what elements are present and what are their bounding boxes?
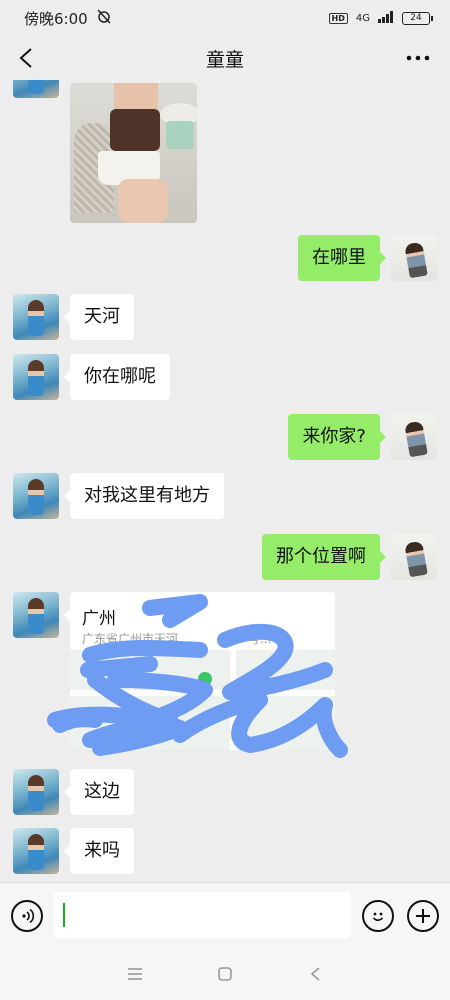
- message-bubble-friend[interactable]: 你在哪呢: [64, 354, 170, 400]
- chat-message-list[interactable]: 在哪里 天河 你在哪呢 来你家? 对我这里有地方 那个位置啊 广州 广东省广州市…: [0, 80, 450, 882]
- text-cursor: [63, 903, 65, 927]
- network-label: 4G: [355, 12, 370, 24]
- my-avatar[interactable]: [391, 534, 437, 580]
- message-bubble-friend[interactable]: 对我这里有地方: [64, 473, 224, 519]
- status-bar: 傍晚6:00 HD 4G 24: [0, 0, 450, 36]
- plus-circle-icon: [416, 909, 430, 923]
- friend-avatar[interactable]: [13, 769, 59, 815]
- location-message[interactable]: 广州 广东省广州市天河 号...: [70, 592, 335, 750]
- message-bubble-me[interactable]: 在哪里: [298, 235, 386, 281]
- system-navigation-bar: [0, 948, 450, 1000]
- system-back-button[interactable]: [300, 959, 330, 989]
- menu-icon: [128, 968, 142, 980]
- more-button[interactable]: [400, 42, 436, 74]
- message-bubble-friend[interactable]: 来吗: [64, 828, 134, 874]
- message-bubble-friend[interactable]: 天河: [64, 294, 134, 340]
- chat-header: 童童: [0, 36, 450, 80]
- location-address: 广东省广州市天河 号...: [82, 632, 272, 646]
- friend-avatar[interactable]: [13, 828, 59, 874]
- chevron-left-icon: [19, 48, 32, 68]
- friend-avatar[interactable]: [13, 592, 59, 638]
- location-map: [70, 650, 335, 750]
- message-input-bar: [0, 882, 450, 948]
- message-bubble-friend[interactable]: 这边: [64, 769, 134, 815]
- message-bubble-me[interactable]: 那个位置啊: [262, 534, 386, 580]
- message-input[interactable]: [54, 892, 351, 938]
- back-button[interactable]: [10, 42, 42, 74]
- friend-avatar[interactable]: [13, 294, 59, 340]
- emoji-button[interactable]: [362, 900, 394, 932]
- friend-avatar[interactable]: [13, 354, 59, 400]
- voice-button[interactable]: [11, 900, 43, 932]
- signal-icon: [378, 10, 394, 26]
- my-avatar[interactable]: [391, 235, 437, 281]
- my-avatar[interactable]: [391, 414, 437, 460]
- home-button[interactable]: [210, 959, 240, 989]
- battery-level: 24: [410, 13, 422, 23]
- map-pin-icon: [198, 672, 212, 686]
- message-bubble-me[interactable]: 来你家?: [288, 414, 386, 460]
- emoji-icon: [372, 912, 384, 922]
- image-message[interactable]: [70, 83, 197, 223]
- redaction-scribble: [47, 594, 348, 758]
- menu-button[interactable]: [120, 959, 150, 989]
- home-square-icon: [218, 967, 232, 981]
- more-dots-icon: [406, 55, 430, 61]
- friend-avatar[interactable]: [13, 80, 59, 98]
- status-time: 傍晚6:00: [24, 9, 88, 28]
- chat-title: 童童: [205, 48, 244, 71]
- friend-avatar[interactable]: [13, 473, 59, 519]
- alarm-off-icon: [96, 8, 112, 28]
- battery-icon: 24: [402, 11, 433, 25]
- back-triangle-icon: [310, 967, 320, 981]
- more-actions-button[interactable]: [407, 900, 439, 932]
- location-title: 广州: [82, 609, 116, 629]
- hd-badge: HD: [328, 12, 348, 24]
- voice-icon: [22, 908, 35, 924]
